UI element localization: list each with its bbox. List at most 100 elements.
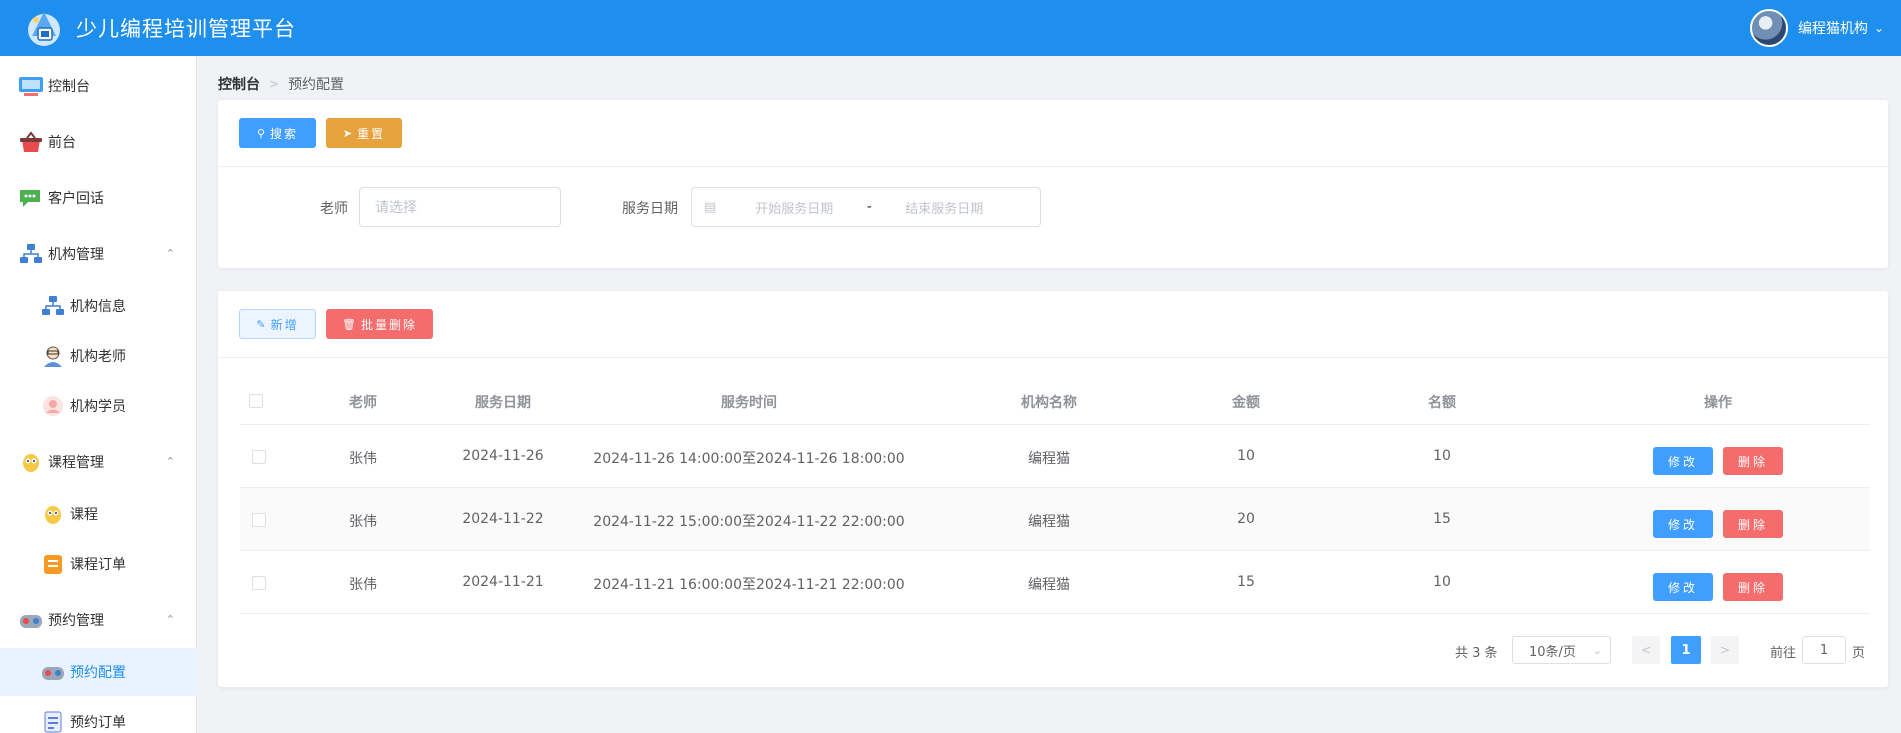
cell-amount: 10 bbox=[1237, 448, 1255, 464]
gamepad-icon bbox=[40, 661, 66, 683]
top-header: 少儿编程培训管理平台 编程猫机构 ⌄ bbox=[0, 0, 1901, 56]
sidebar-item-label: 课程 bbox=[70, 507, 98, 523]
cell-time: 2024-11-22 15:00:00至2024-11-22 22:00:00 bbox=[593, 514, 905, 530]
row-checkbox[interactable] bbox=[252, 576, 266, 590]
cell-amount: 15 bbox=[1237, 574, 1255, 590]
row-checkbox[interactable] bbox=[252, 450, 266, 464]
sidebar-item-label: 控制台 bbox=[48, 79, 90, 95]
cell-date: 2024-11-21 bbox=[462, 574, 544, 590]
sidebar-item-front[interactable]: 前台 bbox=[0, 118, 197, 166]
cell-time: 2024-11-26 14:00:00至2024-11-26 18:00:00 bbox=[593, 451, 905, 467]
column-header: 服务时间 bbox=[721, 395, 777, 411]
search-panel: ⚲ 搜索 ➤ 重置 老师 请选择 服务日期 ▤ 开始服务日期 - 结束服务日期 bbox=[218, 100, 1888, 268]
app-title: 少儿编程培训管理平台 bbox=[76, 17, 296, 41]
date-range-picker[interactable]: ▤ 开始服务日期 - 结束服务日期 bbox=[691, 187, 1041, 227]
sidebar-item-org-teachers[interactable]: 机构老师 bbox=[0, 332, 197, 380]
app-logo bbox=[22, 6, 66, 50]
user-menu[interactable]: 编程猫机构 ⌄ bbox=[1749, 8, 1884, 48]
cell-quota: 15 bbox=[1433, 511, 1451, 527]
column-header: 名额 bbox=[1428, 395, 1456, 411]
column-header: 服务日期 bbox=[475, 395, 531, 411]
avatar[interactable] bbox=[1749, 9, 1788, 47]
add-button[interactable]: ✎ 新增 bbox=[239, 309, 316, 339]
prev-page-button[interactable]: < bbox=[1632, 636, 1660, 664]
page-number-current[interactable]: 1 bbox=[1671, 636, 1701, 664]
chevron-down-icon[interactable]: ⌄ bbox=[1874, 21, 1884, 35]
cell-org: 编程猫 bbox=[1028, 577, 1070, 593]
chevron-right-icon: > bbox=[269, 77, 280, 91]
calendar-icon: ▤ bbox=[704, 199, 717, 215]
reset-button[interactable]: ➤ 重置 bbox=[326, 118, 402, 148]
teacher-icon bbox=[40, 345, 66, 367]
edit-button[interactable]: 修改 bbox=[1653, 573, 1713, 601]
start-date-input[interactable]: 开始服务日期 bbox=[734, 198, 854, 217]
sidebar-item-course-management[interactable]: 课程管理 ⌃ bbox=[0, 438, 197, 486]
cell-teacher: 张伟 bbox=[349, 451, 377, 467]
delete-button[interactable]: 删除 bbox=[1723, 510, 1783, 538]
cell-teacher: 张伟 bbox=[349, 577, 377, 593]
sidebar-item-label: 机构老师 bbox=[70, 349, 126, 365]
cell-amount: 20 bbox=[1237, 511, 1255, 527]
row-checkbox[interactable] bbox=[252, 513, 266, 527]
pager-total: 共 3 条 bbox=[1455, 646, 1498, 661]
sidebar-item-course[interactable]: 课程 bbox=[0, 490, 197, 538]
sidebar-item-chat[interactable]: 客户回话 bbox=[0, 174, 197, 222]
edit-button[interactable]: 修改 bbox=[1653, 447, 1713, 475]
gamepad-icon bbox=[18, 609, 44, 631]
sidebar-item-dashboard[interactable]: 控制台 bbox=[0, 62, 197, 110]
end-date-input[interactable]: 结束服务日期 bbox=[884, 198, 1004, 217]
sidebar-item-label: 预约订单 bbox=[70, 715, 126, 731]
chat-icon bbox=[18, 187, 44, 209]
column-header: 操作 bbox=[1704, 395, 1732, 411]
sidebar-item-booking-management[interactable]: 预约管理 ⌃ bbox=[0, 596, 197, 644]
teacher-select[interactable]: 请选择 bbox=[359, 187, 561, 227]
range-separator: - bbox=[866, 199, 872, 215]
column-header: 机构名称 bbox=[1021, 395, 1077, 411]
divider bbox=[240, 424, 1870, 425]
sidebar-item-org-management[interactable]: 机构管理 ⌃ bbox=[0, 230, 197, 278]
sidebar-item-booking-config[interactable]: 预约配置 bbox=[0, 648, 197, 696]
sidebar-item-label: 机构学员 bbox=[70, 399, 126, 415]
cell-time: 2024-11-21 16:00:00至2024-11-21 22:00:00 bbox=[593, 577, 905, 593]
cell-date: 2024-11-22 bbox=[462, 511, 544, 527]
mascot-icon bbox=[40, 503, 66, 525]
cell-quota: 10 bbox=[1433, 448, 1451, 464]
sidebar-item-label: 客户回话 bbox=[48, 191, 104, 207]
sidebar-item-org-students[interactable]: 机构学员 bbox=[0, 382, 197, 430]
mascot-icon bbox=[18, 451, 44, 473]
order-icon bbox=[40, 553, 66, 575]
delete-button[interactable]: 删除 bbox=[1723, 573, 1783, 601]
send-icon: ➤ bbox=[342, 126, 353, 140]
goto-page-input[interactable]: 1 bbox=[1802, 636, 1846, 664]
chevron-up-icon[interactable]: ⌃ bbox=[166, 613, 175, 626]
column-header: 金额 bbox=[1232, 395, 1260, 411]
org-chart-icon bbox=[18, 243, 44, 265]
page-size-select[interactable]: 10条/页 ⌄ bbox=[1512, 636, 1611, 664]
sidebar-item-org-info[interactable]: 机构信息 bbox=[0, 282, 197, 330]
breadcrumb: 控制台 > 预约配置 bbox=[218, 74, 344, 94]
sidebar-item-booking-orders[interactable]: 预约订单 bbox=[0, 698, 197, 733]
sidebar-item-label: 预约管理 bbox=[48, 613, 104, 629]
service-date-label: 服务日期 bbox=[622, 201, 678, 217]
goto-label: 前往 bbox=[1770, 646, 1797, 661]
sidebar: 控制台 前台 客户回话 机构管理 ⌃ 机构信息 机构老师 机构学员 课程管理 ⌃… bbox=[0, 56, 197, 733]
org-chart-icon bbox=[40, 295, 66, 317]
page-unit-label: 页 bbox=[1852, 646, 1866, 661]
batch-delete-button[interactable]: 🗑 批量删除 bbox=[326, 309, 433, 339]
chevron-up-icon[interactable]: ⌃ bbox=[166, 455, 175, 468]
student-icon bbox=[40, 395, 66, 417]
edit-icon: ✎ bbox=[256, 317, 266, 331]
breadcrumb-home[interactable]: 控制台 bbox=[218, 74, 260, 94]
list-doc-icon bbox=[40, 711, 66, 733]
trash-icon: 🗑 bbox=[342, 317, 356, 331]
edit-button[interactable]: 修改 bbox=[1653, 510, 1713, 538]
sidebar-item-label: 前台 bbox=[48, 135, 76, 151]
sidebar-item-course-orders[interactable]: 课程订单 bbox=[0, 540, 197, 588]
select-all-checkbox[interactable] bbox=[249, 394, 263, 408]
next-page-button[interactable]: > bbox=[1711, 636, 1739, 664]
divider bbox=[218, 357, 1888, 358]
search-button[interactable]: ⚲ 搜索 bbox=[239, 118, 316, 148]
chevron-up-icon[interactable]: ⌃ bbox=[166, 247, 175, 260]
delete-button[interactable]: 删除 bbox=[1723, 447, 1783, 475]
user-name[interactable]: 编程猫机构 bbox=[1798, 18, 1868, 38]
